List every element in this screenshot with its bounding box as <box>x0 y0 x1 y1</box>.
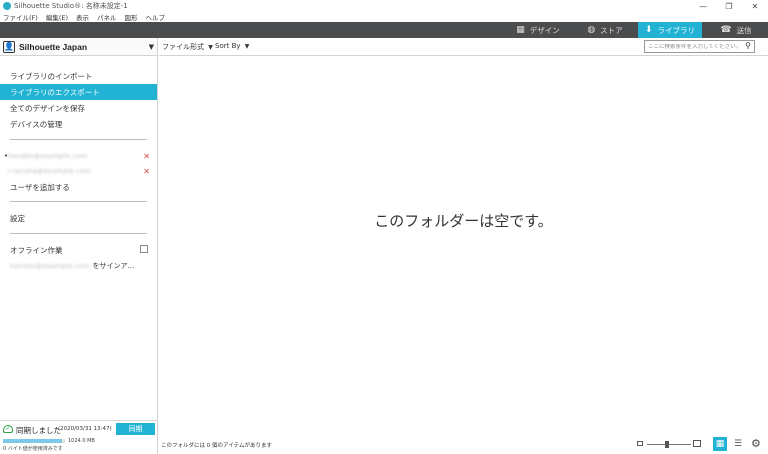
menu-manage-devices[interactable]: デバイスの管理 <box>0 116 157 132</box>
divider <box>10 233 147 234</box>
menu-edit[interactable]: 編集(E) <box>46 12 68 22</box>
menu-export-library[interactable]: ライブラリのエクスポート <box>0 84 157 100</box>
library-toolbar: ファイル形式 ▼ Sort By ▼ ⚲ <box>159 38 768 56</box>
menu-shape[interactable]: 図形 <box>125 12 138 22</box>
offline-work-checkbox[interactable] <box>140 245 148 253</box>
tab-design[interactable]: ▦ デザイン <box>507 22 569 38</box>
library-sidebar: 👤 Silhouette Japan ▼ ライブラリのインポート ライブラリのエ… <box>0 38 158 454</box>
title-bar: Silhouette Studio®: 名称未設定-1 — ❐ ✕ <box>0 0 768 12</box>
account-name: Silhouette Japan <box>19 41 88 52</box>
file-format-dropdown[interactable]: ファイル形式 ▼ <box>162 42 213 52</box>
close-button[interactable]: ✕ <box>742 0 768 12</box>
large-image-icon <box>693 440 701 447</box>
remove-user-icon[interactable]: ✕ <box>143 152 150 161</box>
app-logo-icon <box>3 2 11 10</box>
user-account-row[interactable]: • hanako@example.com ✕ <box>4 150 150 162</box>
empty-folder-message: このフォルダーは空です。 <box>374 212 553 230</box>
offline-work-label: オフライン作業 <box>10 246 63 255</box>
gear-icon[interactable]: ⚙ <box>751 437 761 450</box>
file-format-label: ファイル形式 <box>162 43 204 51</box>
search-input[interactable] <box>645 43 741 50</box>
remove-user-icon[interactable]: ✕ <box>143 167 150 176</box>
user-icon: 👤 <box>3 40 15 53</box>
status-bar: このフォルダには 0 個のアイテムがあります ▦ ☰ ⚙ <box>159 436 768 454</box>
sort-by-dropdown[interactable]: Sort By ▼ <box>215 42 249 50</box>
chevron-down-icon: ▼ <box>208 44 213 51</box>
globe-icon: ◍ <box>587 25 596 35</box>
tab-send-label: 送信 <box>736 25 752 35</box>
divider <box>10 139 147 140</box>
search-icon[interactable]: ⚲ <box>745 41 751 50</box>
tab-design-label: デザイン <box>529 25 560 35</box>
user-account-row[interactable]: r.tanaka@example.com ✕ <box>4 165 150 177</box>
signin-suffix: をサインア... <box>92 262 135 270</box>
signin-email: hanako@example.com <box>10 262 90 270</box>
menu-save-all-designs[interactable]: 全てのデザインを保存 <box>0 100 157 116</box>
tab-library-label: ライブラリ <box>657 25 696 35</box>
cloud-check-icon: ✓ <box>3 425 13 433</box>
divider <box>10 201 147 202</box>
menu-panel[interactable]: パネル <box>97 12 117 22</box>
grid-view-button[interactable]: ▦ <box>713 437 727 451</box>
nav-bar: ▦ デザイン ◍ ストア ⬇ ライブラリ ☎ 送信 <box>0 22 768 38</box>
add-user-link[interactable]: ユーザを追加する <box>10 182 70 193</box>
small-image-icon <box>637 441 643 446</box>
tab-send[interactable]: ☎ 送信 <box>704 22 768 38</box>
item-count-text: このフォルダには 0 個のアイテムがあります <box>161 443 272 449</box>
sync-status: 同期しました <box>16 426 61 435</box>
zoom-slider-track[interactable] <box>647 444 691 445</box>
download-icon: ⬇ <box>644 25 653 35</box>
window-title: Silhouette Studio®: 名称未設定-1 <box>14 2 128 10</box>
tab-store-label: ストア <box>600 25 623 35</box>
grid-icon: ▦ <box>516 25 525 35</box>
signin-row[interactable]: hanako@example.com をサインア... <box>10 260 150 272</box>
settings-link[interactable]: 設定 <box>10 213 25 224</box>
menu-file[interactable]: ファイル(F) <box>3 12 38 22</box>
sort-by-label: Sort By <box>215 42 241 50</box>
library-menu: ライブラリのインポート ライブラリのエクスポート 全てのデザインを保存 デバイス… <box>0 68 157 132</box>
account-selector[interactable]: 👤 Silhouette Japan ▼ <box>0 38 157 56</box>
cutter-icon: ☎ <box>720 25 732 35</box>
maximize-button[interactable]: ❐ <box>716 0 742 12</box>
menu-bar: ファイル(F) 編集(E) 表示 パネル 図形 ヘルプ <box>0 12 768 22</box>
storage-size: 1024.0 MB <box>68 438 95 444</box>
tab-library[interactable]: ⬇ ライブラリ <box>638 22 702 38</box>
zoom-slider-handle[interactable] <box>665 441 669 448</box>
menu-help[interactable]: ヘルプ <box>146 12 166 22</box>
menu-import-library[interactable]: ライブラリのインポート <box>0 68 157 84</box>
tab-store[interactable]: ◍ ストア <box>575 22 635 38</box>
sync-button[interactable]: 同期 <box>116 423 155 435</box>
window-controls: — ❐ ✕ <box>690 0 768 12</box>
storage-bar <box>3 439 65 443</box>
sync-panel: ✓ 同期しました (2020/03/31 13:47) 同期 1024.0 MB… <box>0 420 157 454</box>
chevron-down-icon: ▼ <box>244 43 250 50</box>
storage-bar-fill <box>3 439 62 443</box>
user-email: hanako@example.com <box>8 152 88 160</box>
chevron-down-icon: ▼ <box>148 43 154 51</box>
menu-view[interactable]: 表示 <box>76 12 89 22</box>
storage-used-text: 0 バイト値が使用済みです <box>3 446 63 452</box>
sync-time: (2020/03/31 13:47) <box>58 426 112 432</box>
search-box: ⚲ <box>644 40 755 53</box>
user-email: r.tanaka@example.com <box>8 167 91 175</box>
list-view-button[interactable]: ☰ <box>732 438 744 450</box>
minimize-button[interactable]: — <box>690 0 716 12</box>
